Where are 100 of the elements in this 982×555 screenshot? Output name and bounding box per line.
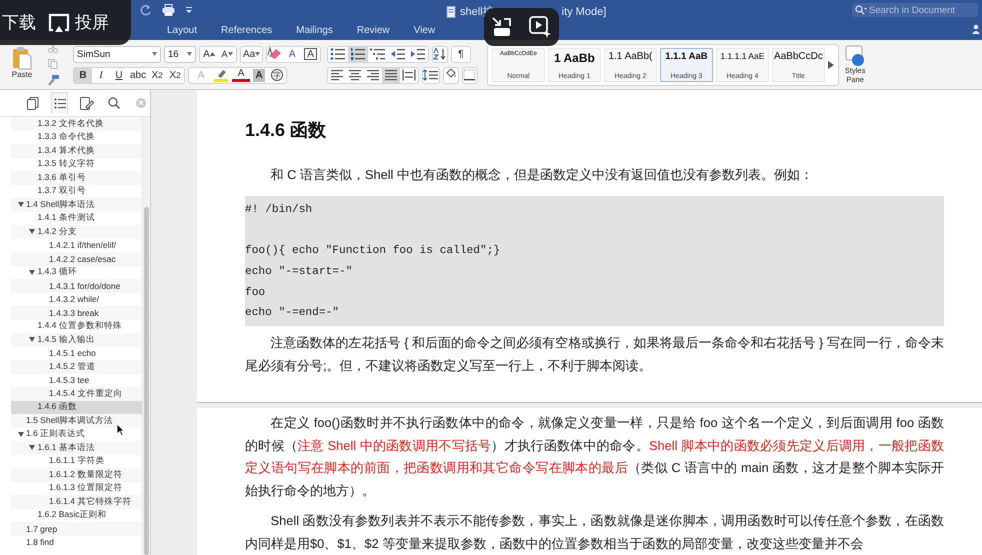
person-icon — [972, 24, 980, 34]
outline-item[interactable]: 1.4.3.1 for/do/done — [11, 279, 142, 292]
outline-item[interactable]: 1.3.2 文件名代换 — [11, 117, 142, 130]
more-styles-icon — [828, 60, 834, 68]
outline-item[interactable]: 1.4.3.3 break — [11, 306, 142, 320]
outline-item[interactable]: 1.3.5 转义字符 — [11, 158, 142, 171]
ribbon-tab[interactable]: View — [402, 20, 448, 40]
styles-pane-icon — [845, 45, 866, 68]
outline-item[interactable]: 1.3.6 单引号 — [11, 171, 142, 184]
outline-item[interactable]: 1.7 grep — [11, 522, 142, 536]
format-button[interactable]: U — [110, 68, 128, 82]
format-painter-icon — [47, 75, 59, 86]
outline-item[interactable]: 1.4.4 位置参数和特殊 — [11, 320, 142, 333]
outline-item[interactable]: 1.4.5.4 文件重定向 — [11, 387, 142, 400]
decrease-indent-icon — [390, 47, 406, 61]
show-formatting-button[interactable]: ¶ — [452, 46, 470, 62]
caret-down-icon — [187, 52, 192, 56]
align-left-icon — [330, 69, 344, 81]
character-shading-button[interactable]: A — [253, 68, 266, 82]
search-field[interactable]: Search in Document — [852, 3, 978, 17]
shading-button[interactable] — [442, 66, 459, 84]
distributed-align-button[interactable] — [400, 68, 418, 82]
format-button[interactable]: B — [74, 68, 92, 82]
highlighter-icon — [213, 68, 230, 82]
outline-item[interactable]: 1.4.3.2 while/ — [11, 292, 142, 306]
outline-item[interactable]: 1.6.2 Basic正则和 — [11, 508, 142, 522]
redo-icon — [140, 4, 152, 16]
scissors-icon — [48, 43, 58, 53]
expanded-triangle-icon — [29, 445, 35, 450]
ribbon-tab[interactable]: References — [209, 20, 284, 40]
outline-item[interactable]: 1.4.6 函数 — [11, 400, 142, 414]
outline-item[interactable]: 1.4.2.2 case/esac — [11, 252, 142, 266]
font-size-field[interactable]: 16 — [164, 46, 196, 62]
cast-icon — [48, 12, 70, 32]
bullets-button[interactable] — [328, 46, 348, 62]
expanded-triangle-icon — [29, 229, 35, 234]
outline-item[interactable]: 1.6 正则表达式 — [11, 428, 142, 441]
justify-align-button[interactable] — [382, 68, 400, 82]
outline-item[interactable]: 1.5 Shell脚本调试方法 — [11, 414, 142, 428]
outline-item[interactable]: 1.6.1.3 位置限定符 — [11, 482, 142, 495]
distributed-icon — [402, 69, 416, 81]
line-spacing-icon — [422, 69, 439, 81]
outline-item[interactable]: 1.4.2.1 if/then/elif/ — [11, 238, 142, 252]
line-spacing-button[interactable] — [422, 66, 440, 84]
enclose-characters-button[interactable]: 字 — [271, 69, 284, 81]
exit-pip-button[interactable] — [492, 17, 512, 37]
ribbon-tab[interactable]: Mailings — [284, 20, 345, 40]
dropdown-icon — [185, 6, 193, 14]
outline-item[interactable]: 1.4.5.2 管道 — [11, 360, 142, 374]
align-right-icon — [366, 69, 380, 81]
borders-button[interactable] — [462, 66, 478, 84]
sort-button[interactable] — [432, 46, 448, 62]
ribbon-tab[interactable]: Layout — [155, 20, 210, 40]
search-icon — [855, 5, 867, 15]
caret-up-icon — [210, 52, 215, 56]
section-heading: 1.4.6 函数 — [245, 119, 328, 142]
code-block: #! /bin/sh foo(){ echo "Function foo is called";} echo "-=start=-" foo echo "-=end=-" — [245, 196, 944, 326]
ribbon-tab[interactable]: Review — [344, 20, 402, 40]
outline-item[interactable]: 1.4.5 输入输出 — [11, 333, 142, 346]
text-effects-button[interactable]: A — [283, 46, 302, 62]
sort-icon — [432, 48, 447, 60]
font-color-button[interactable]: A — [232, 68, 250, 82]
multilevel-button[interactable] — [368, 46, 388, 62]
outline-item[interactable]: 1.3.4 算术代换 — [11, 144, 142, 158]
outline-item[interactable]: 1.4.1 条件测试 — [11, 212, 142, 225]
outline-item[interactable]: 1.4.2 分支 — [11, 225, 142, 238]
outline-item[interactable]: 1.3.3 命令代换 — [11, 130, 142, 144]
paste-button[interactable]: Paste — [2, 48, 42, 89]
document-icon — [446, 6, 456, 18]
close-icon — [136, 98, 146, 108]
character-border-button[interactable]: A — [304, 48, 317, 60]
numbering-button[interactable] — [348, 46, 368, 62]
multilevel-list-icon — [370, 47, 386, 61]
outline-item[interactable]: 1.6.1.1 字符类 — [11, 454, 142, 468]
grow-font-button[interactable]: A — [200, 46, 218, 62]
outline-tab[interactable] — [51, 92, 68, 114]
eraser-icon — [267, 47, 284, 61]
outline-item[interactable]: 1.4 Shell脚本语法 — [11, 198, 142, 212]
play-button[interactable] — [528, 16, 551, 38]
window-title: ity Mode] — [562, 6, 606, 18]
outline-item[interactable]: 1.4.3 循环 — [11, 266, 142, 279]
outline-item[interactable]: 1.6.1.2 数量限定符 — [11, 468, 142, 482]
outline-item[interactable]: 1.3.7 双引号 — [11, 184, 142, 198]
outline-item[interactable]: 1.4.5.3 tee — [11, 374, 142, 387]
cast-button[interactable]: 投屏 — [48, 11, 109, 34]
font-name-field[interactable]: SimSun — [73, 46, 161, 62]
shrink-font-button[interactable]: A — [218, 46, 236, 62]
outline-item[interactable]: 1.4.5.1 echo — [11, 346, 142, 360]
outline-item[interactable]: 1.6.1.4 其它特殊字符 — [11, 495, 142, 508]
play-sparkle-icon — [528, 16, 551, 38]
download-button[interactable]: 下载 — [2, 11, 36, 34]
mouse-pointer-icon — [116, 423, 125, 436]
list-icon — [54, 98, 66, 109]
align-center-icon — [348, 69, 362, 81]
format-button[interactable]: I — [92, 68, 110, 82]
change-case-button[interactable]: Aa — [241, 46, 262, 62]
format-button[interactable]: abc — [128, 68, 148, 82]
outline-item[interactable]: 1.8 find — [11, 536, 142, 549]
outline-item[interactable]: 1.6.1 基本语法 — [11, 441, 142, 454]
bullet-list-icon — [330, 47, 346, 61]
